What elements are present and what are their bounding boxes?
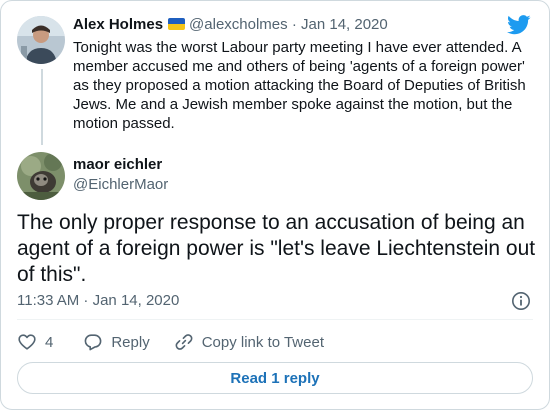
thread-connector-line xyxy=(41,69,43,145)
reply-label: Reply xyxy=(111,333,150,351)
twitter-bird-icon[interactable] xyxy=(507,15,531,35)
link-icon xyxy=(175,334,193,350)
parent-tweet-header: Alex Holmes @alexcholmes · Jan 14, 2020 xyxy=(73,15,388,35)
parent-author-avatar[interactable] xyxy=(17,16,65,64)
like-count: 4 xyxy=(45,333,54,351)
heart-icon xyxy=(18,334,36,350)
copy-link-label: Copy link to Tweet xyxy=(201,333,324,351)
reply-bubble-icon xyxy=(84,334,102,351)
header-separator: · xyxy=(291,16,297,33)
main-author-name[interactable]: maor eichler xyxy=(73,155,162,175)
reply-button[interactable]: Reply xyxy=(83,332,150,352)
ukraine-flag-icon xyxy=(168,18,186,30)
info-icon[interactable] xyxy=(511,291,531,311)
parent-tweet-date[interactable]: Jan 14, 2020 xyxy=(301,16,388,33)
like-button[interactable]: 4 xyxy=(17,332,53,352)
parent-author-handle[interactable]: @alexcholmes xyxy=(189,16,288,33)
main-tweet-timestamp[interactable]: 11:33 AM · Jan 14, 2020 xyxy=(17,291,179,311)
read-replies-button[interactable]: Read 1 reply xyxy=(17,362,533,394)
main-tweet-text: The only proper response to an accusatio… xyxy=(17,211,536,286)
action-divider xyxy=(17,319,533,320)
copy-link-button[interactable]: Copy link to Tweet xyxy=(174,332,324,352)
tweet-actions: 4 Reply Copy link to Tweet xyxy=(17,331,324,353)
main-author-avatar[interactable] xyxy=(17,152,65,200)
main-author-handle[interactable]: @EichlerMaor xyxy=(73,175,168,195)
parent-tweet-text: Tonight was the worst Labour party meeti… xyxy=(73,39,526,132)
embedded-tweet-card: Alex Holmes @alexcholmes · Jan 14, 2020 T… xyxy=(0,0,550,410)
parent-author-name[interactable]: Alex Holmes xyxy=(73,16,163,33)
